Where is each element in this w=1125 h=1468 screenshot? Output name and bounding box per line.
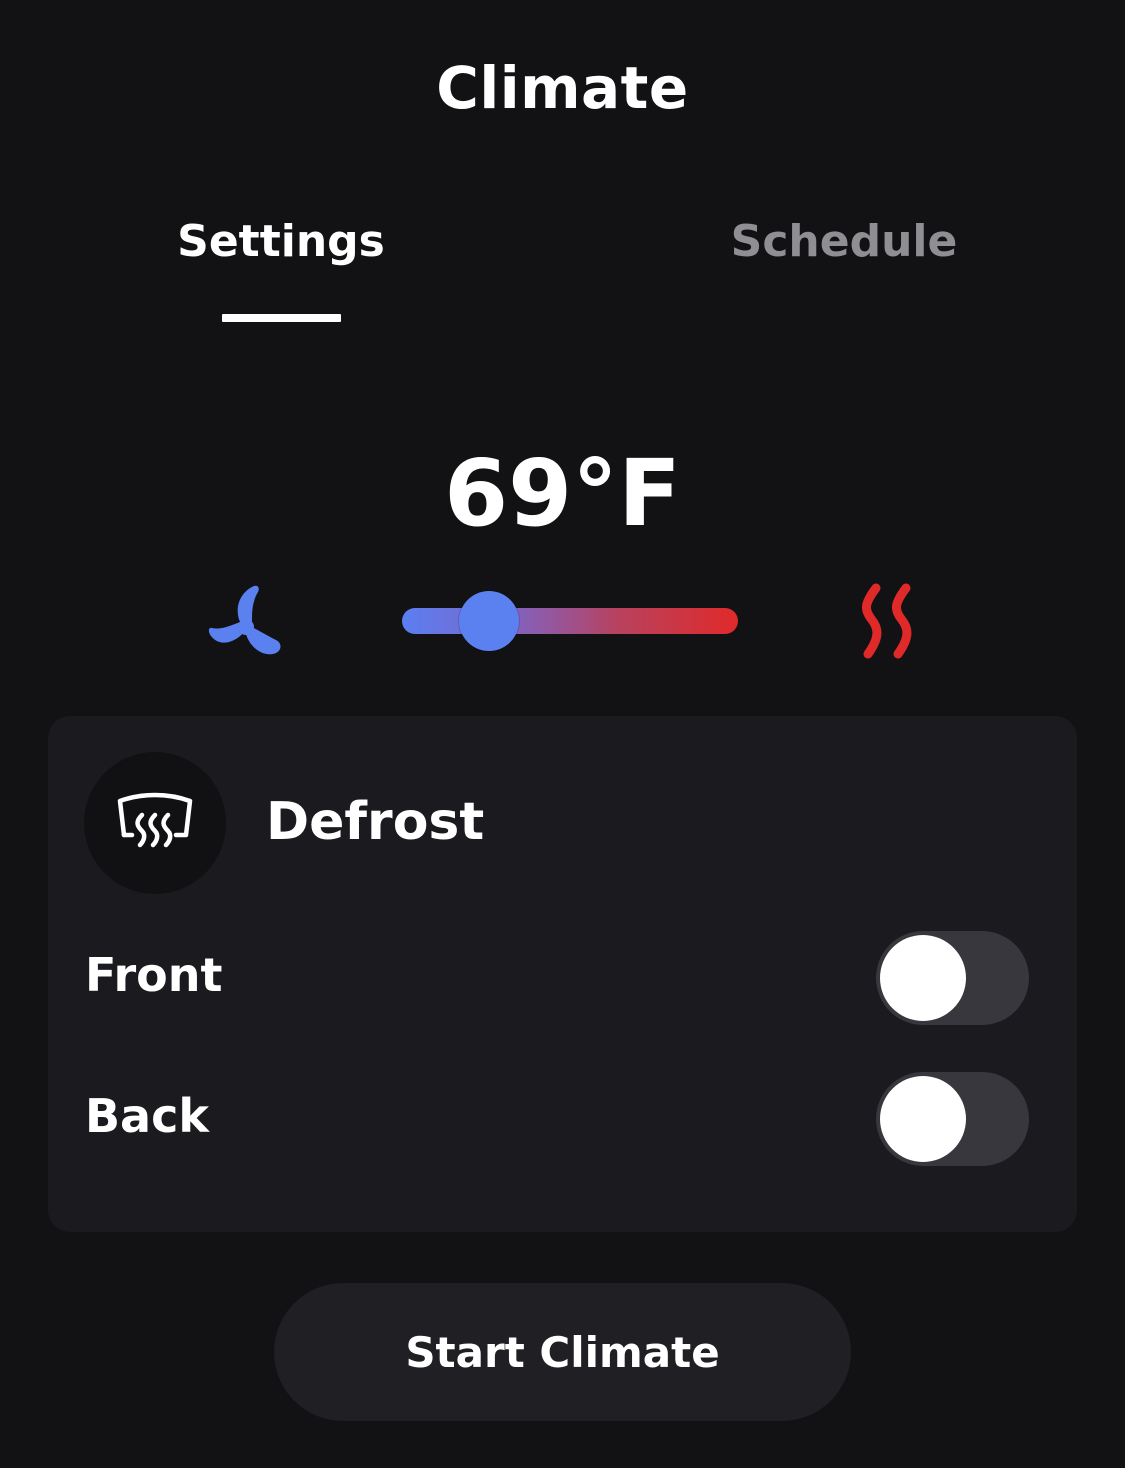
back-defrost-label: Back bbox=[85, 1089, 209, 1143]
temperature-readout: 69°F bbox=[444, 440, 681, 547]
slider-thumb[interactable] bbox=[458, 591, 519, 651]
toggle-knob bbox=[880, 1076, 966, 1162]
defrost-title: Defrost bbox=[266, 792, 485, 852]
page-title: Climate bbox=[436, 54, 689, 122]
temperature-slider[interactable] bbox=[400, 591, 740, 651]
defrost-card: Defrost Front Back bbox=[48, 716, 1077, 1232]
windshield-defrost-icon bbox=[117, 792, 193, 848]
toggle-knob bbox=[880, 935, 966, 1021]
back-defrost-toggle[interactable] bbox=[876, 1072, 1029, 1166]
slider-track bbox=[402, 608, 738, 634]
defrost-badge bbox=[84, 752, 226, 894]
front-defrost-toggle[interactable] bbox=[876, 931, 1029, 1025]
tab-settings[interactable]: Settings bbox=[131, 216, 431, 267]
start-climate-button[interactable]: Start Climate bbox=[274, 1283, 851, 1421]
fan-icon[interactable] bbox=[206, 582, 286, 656]
heat-waves-icon[interactable] bbox=[850, 580, 924, 660]
active-tab-indicator bbox=[222, 314, 341, 322]
tab-schedule[interactable]: Schedule bbox=[694, 216, 994, 267]
climate-screen: Climate Settings Schedule 69°F Defrost F… bbox=[0, 0, 1125, 1468]
front-defrost-label: Front bbox=[85, 948, 223, 1002]
